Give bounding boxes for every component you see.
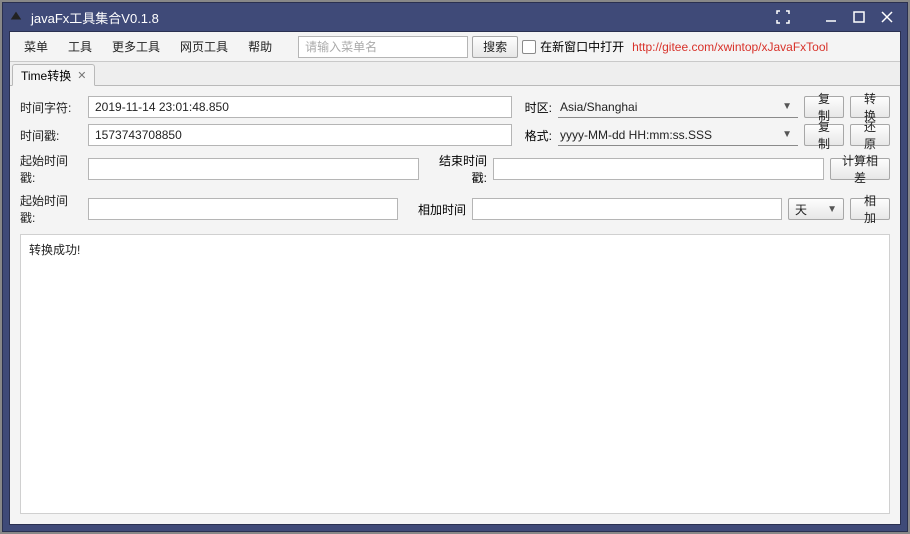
calc-diff-button[interactable]: 计算相差 <box>830 158 890 180</box>
tab-label: Time转换 <box>21 67 71 84</box>
status-output: 转换成功! <box>20 234 890 514</box>
app-icon <box>9 9 25 25</box>
menu-item-3[interactable]: 网页工具 <box>172 34 236 59</box>
close-button[interactable] <box>873 7 901 27</box>
maximize-button[interactable] <box>845 7 873 27</box>
unit-combo[interactable]: 天 ▼ <box>788 198 844 220</box>
search-button[interactable]: 搜索 <box>472 36 518 58</box>
tab-content: 时间字符: 时区: Asia/Shanghai ▼ 复制 转换 时间戳: 格式:… <box>10 86 900 524</box>
time-string-label: 时间字符: <box>20 99 82 116</box>
menu-item-2[interactable]: 更多工具 <box>104 34 168 59</box>
time-string-input[interactable] <box>88 96 512 118</box>
client-area: 菜单 工具 更多工具 网页工具 帮助 搜索 在新窗口中打开 http://git… <box>9 31 901 525</box>
copy-button-1[interactable]: 复制 <box>804 96 844 118</box>
convert-button[interactable]: 转换 <box>850 96 890 118</box>
unit-value: 天 <box>795 201 807 218</box>
tabbar: Time转换 ✕ <box>10 62 900 86</box>
timezone-label: 时区: <box>518 99 552 116</box>
row-time-string: 时间字符: 时区: Asia/Shanghai ▼ 复制 转换 <box>20 96 890 118</box>
start-ts-input[interactable] <box>88 158 419 180</box>
checkbox-label: 在新窗口中打开 <box>540 38 624 55</box>
end-ts-input[interactable] <box>493 158 824 180</box>
menu-item-4[interactable]: 帮助 <box>240 34 280 59</box>
chevron-down-icon: ▼ <box>782 129 792 140</box>
window-title: javaFx工具集合V0.1.8 <box>31 8 769 27</box>
format-value: yyyy-MM-dd HH:mm:ss.SSS <box>560 128 712 142</box>
timezone-combo[interactable]: Asia/Shanghai ▼ <box>558 96 798 118</box>
start-ts-label: 起始时间戳: <box>20 152 82 186</box>
start-ts-input-2[interactable] <box>88 198 398 220</box>
checkbox-box[interactable] <box>522 40 536 54</box>
add-time-input[interactable] <box>472 198 782 220</box>
restore-button[interactable]: 还原 <box>850 124 890 146</box>
end-ts-label: 结束时间戳: <box>425 152 487 186</box>
format-combo[interactable]: yyyy-MM-dd HH:mm:ss.SSS ▼ <box>558 124 798 146</box>
status-text: 转换成功! <box>29 243 80 257</box>
copy-button-2[interactable]: 复制 <box>804 124 844 146</box>
open-new-window-checkbox[interactable]: 在新窗口中打开 <box>522 38 624 55</box>
chevron-down-icon: ▼ <box>827 204 837 215</box>
menu-item-1[interactable]: 工具 <box>60 34 100 59</box>
project-link[interactable]: http://gitee.com/xwintop/xJavaFxTool <box>632 40 828 54</box>
timestamp-input[interactable] <box>88 124 512 146</box>
menu-search-input[interactable] <box>298 36 468 58</box>
app-window: javaFx工具集合V0.1.8 菜单 工具 更多工具 网页工具 帮助 搜索 在… <box>2 2 908 532</box>
row-add: 起始时间戳: 相加时间 天 ▼ 相加 <box>20 192 890 226</box>
add-time-label: 相加时间 <box>404 201 466 218</box>
tab-close-icon[interactable]: ✕ <box>77 69 86 82</box>
titlebar: javaFx工具集合V0.1.8 <box>3 3 907 31</box>
format-label: 格式: <box>518 127 552 144</box>
row-timestamp: 时间戳: 格式: yyyy-MM-dd HH:mm:ss.SSS ▼ 复制 还原 <box>20 124 890 146</box>
timezone-value: Asia/Shanghai <box>560 100 637 114</box>
tab-time-convert[interactable]: Time转换 ✕ <box>12 64 95 86</box>
start-ts-label-2: 起始时间戳: <box>20 192 82 226</box>
menu-item-0[interactable]: 菜单 <box>16 34 56 59</box>
row-diff: 起始时间戳: 结束时间戳: 计算相差 <box>20 152 890 186</box>
fullscreen-icon[interactable] <box>769 7 797 27</box>
timestamp-label: 时间戳: <box>20 127 82 144</box>
menubar: 菜单 工具 更多工具 网页工具 帮助 搜索 在新窗口中打开 http://git… <box>10 32 900 62</box>
add-button[interactable]: 相加 <box>850 198 890 220</box>
minimize-button[interactable] <box>817 7 845 27</box>
chevron-down-icon: ▼ <box>782 101 792 112</box>
